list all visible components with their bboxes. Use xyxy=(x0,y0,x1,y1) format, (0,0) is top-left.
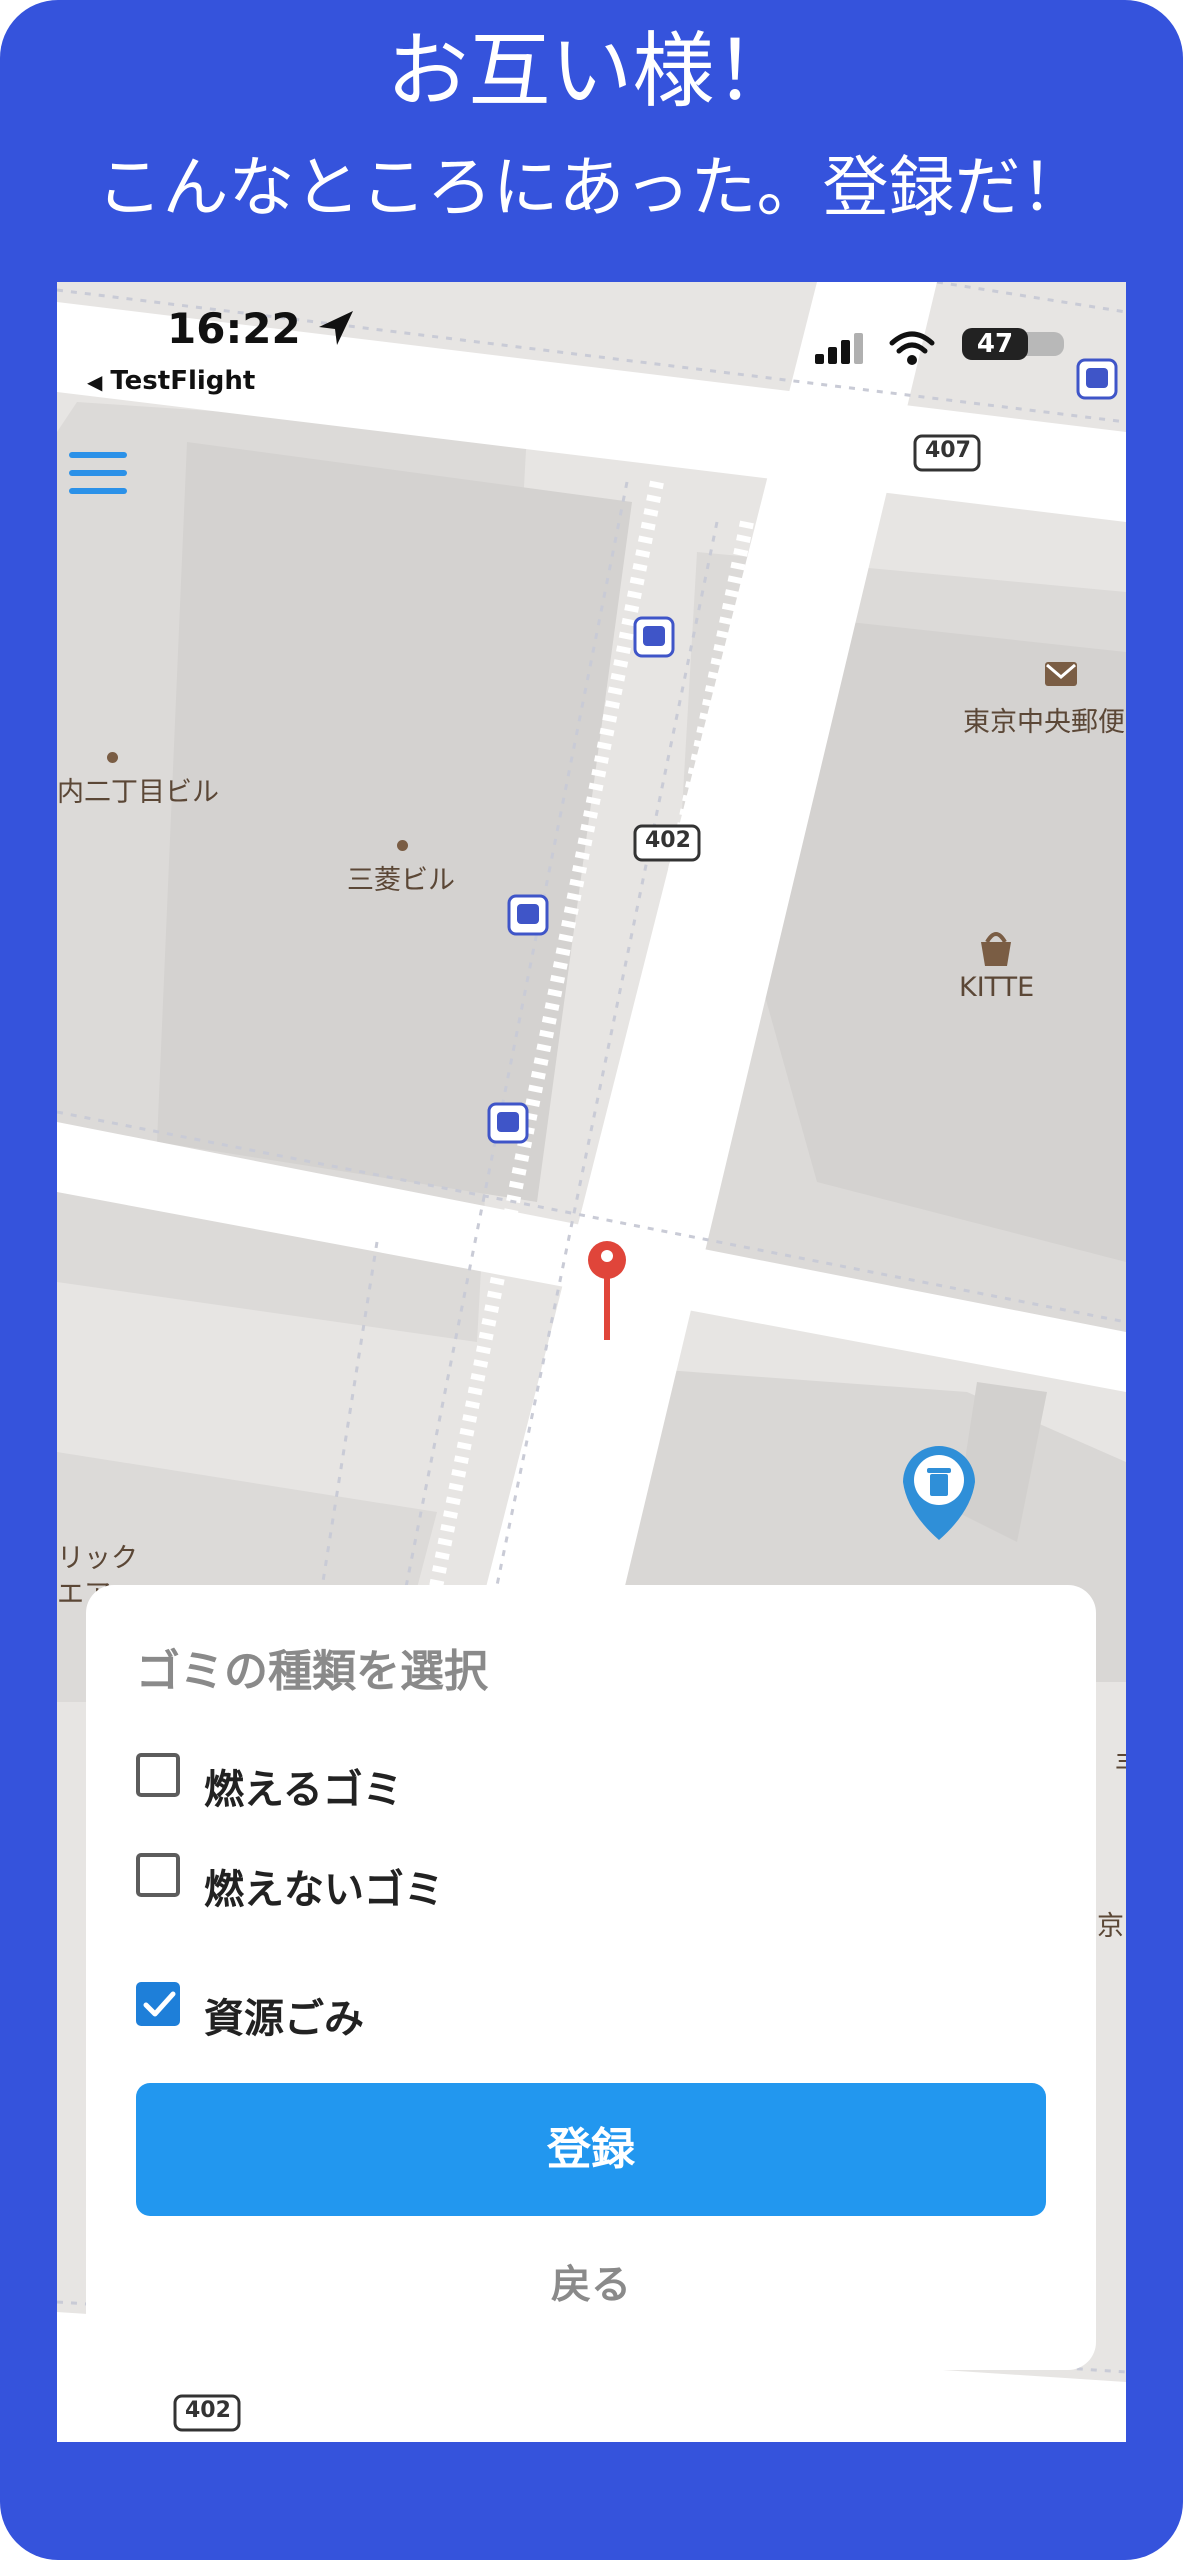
phone-screen: 407 402 402 内二丁目ビル 三菱ビル 東京中央郵便 KITTE リック… xyxy=(57,282,1126,2442)
poi-dot xyxy=(107,752,118,763)
menu-line xyxy=(69,470,127,476)
map-label-partial: 京 xyxy=(1097,1911,1124,1942)
option-label: 燃えるゴミ xyxy=(204,1767,403,1813)
garbage-type-sheet: ゴミの種類を選択 燃えるゴミ 燃えないゴミ 資源ごみ 登録 戻る xyxy=(86,1585,1096,2370)
back-app-label: TestFlight xyxy=(110,366,256,396)
wifi-icon xyxy=(889,331,935,365)
battery-icon: 47 xyxy=(962,328,1028,360)
status-bar: 16:22 ◀ TestFlight 47 xyxy=(57,282,1126,402)
status-time-text: 16:22 xyxy=(167,304,301,353)
post-office-icon[interactable] xyxy=(1045,662,1077,686)
bus-stop-icon[interactable] xyxy=(633,616,675,658)
location-arrow-icon xyxy=(319,311,354,345)
map-label-partial: リック xyxy=(57,1543,138,1574)
checkbox-non-burnable[interactable] xyxy=(136,1853,180,1897)
option-label: 資源ごみ xyxy=(204,1996,364,2042)
back-triangle-icon: ◀ xyxy=(87,370,103,394)
map-label-partial: 丰 xyxy=(1115,1742,1126,1781)
map-label-post-office[interactable]: 東京中央郵便 xyxy=(963,700,1125,739)
promo-frame: お互い様！ こんなところにあった。登録だ！ 407 402 402 内二丁目ビル… xyxy=(0,0,1183,2560)
route-number: 402 xyxy=(645,828,691,853)
promo-headline: お互い様！ xyxy=(386,24,797,119)
map-label-kitte[interactable]: KITTE xyxy=(959,972,1034,1003)
register-button[interactable]: 登録 xyxy=(136,2083,1046,2216)
back-button[interactable]: 戻る xyxy=(136,2250,1046,2320)
sheet-title: ゴミの種類を選択 xyxy=(136,1646,488,1697)
route-number: 402 xyxy=(185,2398,231,2423)
poi-dot xyxy=(397,840,408,851)
route-number: 407 xyxy=(925,438,971,463)
map-label-building[interactable]: 内二丁目ビル xyxy=(57,770,219,809)
cellular-signal-icon xyxy=(815,333,863,364)
map-label-building[interactable]: 三菱ビル xyxy=(347,858,455,897)
checkbox-recyclable[interactable] xyxy=(136,1982,180,2026)
status-time: 16:22 xyxy=(167,304,355,353)
checkbox-burnable[interactable] xyxy=(136,1753,180,1797)
back-to-app-link[interactable]: ◀ TestFlight xyxy=(87,366,255,396)
option-label: 燃えないゴミ xyxy=(204,1867,444,1913)
promo-subheadline: こんなところにあった。登録だ！ xyxy=(96,149,1087,226)
checkmark-icon xyxy=(143,1991,176,2017)
bus-stop-icon[interactable] xyxy=(487,1102,529,1144)
menu-line xyxy=(69,488,127,494)
menu-line xyxy=(69,452,127,458)
battery-empty-area xyxy=(1024,332,1064,356)
menu-icon[interactable] xyxy=(69,452,129,502)
bus-stop-icon[interactable] xyxy=(507,894,549,936)
